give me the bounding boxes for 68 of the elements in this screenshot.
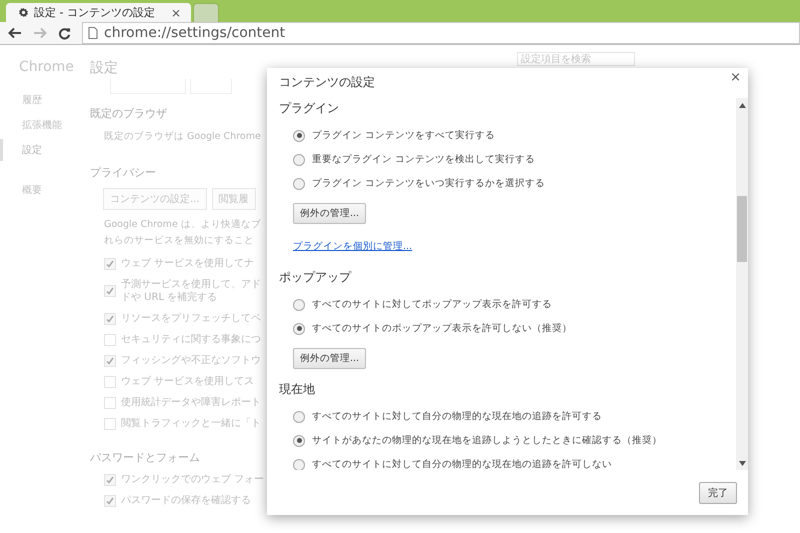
checkbox[interactable] <box>104 474 116 486</box>
address-bar[interactable]: chrome://settings/content <box>82 22 800 44</box>
scroll-up-arrow-icon[interactable] <box>738 103 746 108</box>
checkbox[interactable] <box>104 285 116 297</box>
radio-button[interactable] <box>293 410 305 422</box>
browser-tab[interactable] <box>193 3 219 22</box>
radio-label: すべてのサイトのポップアップ表示を許可しない（推奨） <box>312 322 572 335</box>
checkbox-label: 使用統計データや障害レポート <box>121 396 261 409</box>
radio-label: すべてのサイトに対して自分の物理的な現在地の追跡を許可しない <box>312 458 612 470</box>
radio-button[interactable] <box>293 298 305 310</box>
dialog-title: コンテンツの設定 <box>279 74 375 90</box>
sidebar-title: Chrome <box>18 59 75 75</box>
browser-tab[interactable]: 設定 - コンテンツの設定 × <box>6 3 191 22</box>
page-title: 設定 <box>90 59 118 77</box>
checkbox-label: セキュリティに関する事象につ <box>121 333 261 346</box>
section-heading: ポップアップ <box>279 269 352 286</box>
radio-button[interactable] <box>293 322 305 334</box>
checkbox-label: パスワードの保存を確認する <box>121 494 251 507</box>
section-heading: 現在地 <box>279 381 316 398</box>
manage-exceptions-button[interactable]: 例外の管理... <box>293 348 366 369</box>
checkbox[interactable] <box>104 312 116 324</box>
url-text: chrome://settings/content <box>104 25 286 41</box>
checkbox-label: 予測サービスを使用して、アド ドや URL を補完する <box>121 278 261 304</box>
checkbox-label: ワンクリックでのウェブ フォー <box>121 473 264 486</box>
done-button[interactable]: 完了 <box>699 482 737 504</box>
tab-title: 設定 - コンテンツの設定 <box>34 5 156 20</box>
forward-arrow-icon[interactable] <box>33 27 47 39</box>
radio-button[interactable] <box>293 178 305 190</box>
radio-label: すべてのサイトに対してポップアップ表示を許可する <box>312 298 552 311</box>
radio-label: すべてのサイトに対して自分の物理的な現在地の追跡を許可する <box>312 410 602 423</box>
checkbox[interactable] <box>104 494 116 506</box>
checkbox[interactable] <box>104 258 116 270</box>
section-heading: プラグイン <box>279 100 340 117</box>
checkbox[interactable] <box>104 354 116 366</box>
checkbox[interactable] <box>104 376 116 388</box>
checkbox[interactable] <box>104 396 116 408</box>
back-arrow-icon[interactable] <box>8 27 22 39</box>
manage-plugins-link[interactable]: プラグインを個別に管理... <box>293 241 412 252</box>
checkbox[interactable] <box>104 418 116 430</box>
radio-button[interactable] <box>293 434 305 446</box>
radio-label: プラグイン コンテンツをいつ実行するかを選択する <box>312 177 546 190</box>
search-field[interactable]: 設定項目を検索 <box>517 52 635 66</box>
radio-label: プラグイン コンテンツをすべて実行する <box>312 129 496 142</box>
scrollbar[interactable] <box>736 98 748 470</box>
reload-icon[interactable] <box>58 26 71 40</box>
section-heading: 既定のブラウザ <box>90 106 167 121</box>
radio-button[interactable] <box>293 130 305 142</box>
page-icon <box>88 27 98 39</box>
manage-exceptions-button[interactable]: 例外の管理... <box>293 203 366 224</box>
description-text: 既定のブラウザは Google Chrome <box>103 130 261 144</box>
checkbox[interactable] <box>104 334 116 346</box>
description-text: Google Chrome は、より快適なブ れらのサービスを無効にすること <box>103 218 261 248</box>
close-icon[interactable]: × <box>730 70 741 85</box>
radio-button[interactable] <box>293 458 305 470</box>
scrollbar-thumb[interactable] <box>737 196 747 262</box>
close-icon[interactable]: × <box>170 6 181 20</box>
section-heading: プライバシー <box>90 165 156 180</box>
radio-label: サイトがあなたの物理的な現在地を追跡しようとしたときに確認する（推奨） <box>312 434 662 447</box>
radio-label: 重要なプラグイン コンテンツを検出して実行する <box>312 153 536 166</box>
section-heading: パスワードとフォーム <box>90 450 200 465</box>
checkbox-label: リソースをプリフェッチしてペ <box>121 312 261 325</box>
checkbox-label: ウェブ サービスを使用してス <box>121 375 254 388</box>
gear-icon <box>18 7 29 18</box>
checkbox-label: フィッシングや不正なソフトウ <box>121 354 261 367</box>
radio-button[interactable] <box>293 154 305 166</box>
scroll-down-arrow-icon[interactable] <box>738 461 746 466</box>
checkbox-label: ウェブ サービスを使用してナ <box>121 257 254 270</box>
checkbox-label: 閲覧トラフィックと一緒に「ト <box>121 417 261 430</box>
